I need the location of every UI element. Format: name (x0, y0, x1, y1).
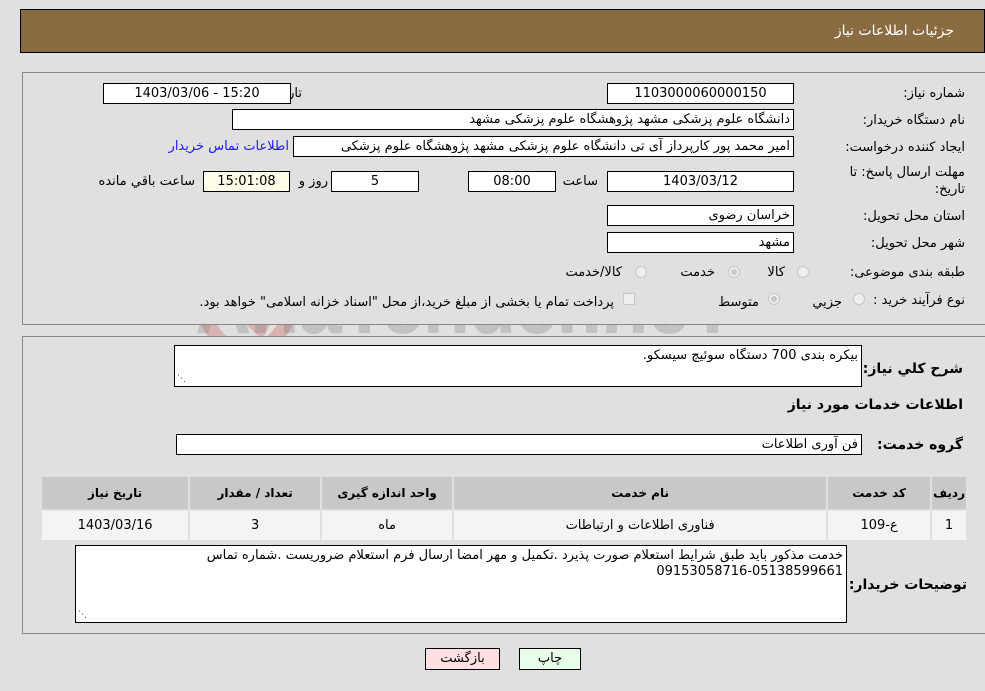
category-radio-goods[interactable] (797, 266, 809, 278)
process-option-minor: جزيي (812, 295, 842, 310)
province-label: استان محل تحویل: (863, 209, 965, 224)
category-option-goods: کالا (767, 265, 785, 280)
category-label: طبقه بندی موضوعی: (849, 265, 965, 280)
deadline-date-field: 1403/03/12 (607, 171, 794, 192)
process-option-medium: متوسط (718, 295, 759, 310)
buyer-notes-textarea[interactable]: خدمت مذکور باید طبق شرایط استعلام صورت پ… (75, 545, 847, 623)
col-need-date: تاریخ نیاز (39, 475, 191, 511)
days-remaining-field: 5 (331, 171, 419, 192)
treasury-note: پرداخت تمام یا بخشی از مبلغ خرید،از محل … (199, 295, 614, 310)
col-unit: واحد اندازه گیری (320, 475, 455, 511)
cell-need-date: 1403/03/16 (39, 509, 191, 542)
deadline-label: مهلت ارسال پاسخ: تا (849, 165, 965, 180)
category-option-service: خدمت (680, 265, 715, 280)
resize-grip-icon[interactable]: ⋰ (78, 611, 87, 620)
need-details-panel: شماره نیاز: 1103000060000150 تاریخ و ساع… (22, 72, 985, 325)
remaining-time-field: 15:01:08 (203, 171, 290, 192)
creator-field: امیر محمد پور کارپرداز آی تی دانشگاه علو… (293, 136, 794, 157)
need-number-label: شماره نیاز: (903, 86, 965, 101)
cell-unit: ماه (320, 509, 455, 542)
buyer-notes-line-1: خدمت مذکور باید طبق شرایط استعلام صورت پ… (206, 548, 843, 563)
services-table: ردیف کد خدمت نام خدمت واحد اندازه گیری ت… (39, 475, 968, 542)
buyer-org-label: نام دستگاه خریدار: (862, 113, 965, 128)
cell-service-name: فناوری اطلاعات و ارتباطات (452, 509, 829, 542)
cell-quantity: 3 (188, 509, 323, 542)
col-quantity: تعداد / مقدار (188, 475, 323, 511)
city-field: مشهد (607, 232, 794, 253)
process-radio-medium[interactable] (768, 293, 780, 305)
buyer-notes-label: توضیحات خریدار: (848, 577, 967, 593)
page-header: جزئیات اطلاعات نیاز (20, 9, 985, 53)
cell-row-number: 1 (930, 509, 968, 542)
need-number-field: 1103000060000150 (607, 83, 794, 104)
service-group-label: گروه خدمت: (877, 437, 963, 453)
buyer-contact-link[interactable]: اطلاعات تماس خریدار (169, 139, 289, 154)
page-title: جزئیات اطلاعات نیاز (834, 23, 954, 39)
deadline-time-field: 08:00 (468, 171, 556, 192)
col-row-number: ردیف (930, 475, 968, 511)
buyer-org-field: دانشگاه علوم پزشکی مشهد پژوهشگاه علوم پز… (232, 109, 794, 130)
province-field: خراسان رضوی (607, 205, 794, 226)
print-button[interactable]: چاپ (519, 648, 581, 670)
days-label: روز و (298, 174, 328, 189)
col-service-name: نام خدمت (452, 475, 829, 511)
deadline-label-2: تاریخ: (934, 182, 965, 197)
services-section-title: اطلاعات خدمات مورد نیاز (787, 397, 963, 413)
category-radio-goods-service[interactable] (635, 266, 647, 278)
treasury-checkbox[interactable] (623, 293, 635, 305)
deadline-time-label: ساعت (562, 174, 598, 189)
process-label: نوع فرآیند خرید : (873, 293, 965, 308)
description-text: بیکره بندی 700 دستگاه سوئیچ سیسکو. (642, 348, 858, 363)
resize-grip-icon[interactable]: ⋰ (177, 375, 186, 384)
creator-label: ایجاد کننده درخواست: (845, 140, 965, 155)
service-group-field: فن آوری اطلاعات (176, 434, 862, 455)
process-radio-minor[interactable] (853, 293, 865, 305)
col-service-code: کد خدمت (826, 475, 933, 511)
table-header-row: ردیف کد خدمت نام خدمت واحد اندازه گیری ت… (39, 475, 968, 511)
need-summary-panel: شرح کلي نياز: بیکره بندی 700 دستگاه سوئی… (22, 336, 985, 634)
back-button[interactable]: بازگشت (425, 648, 500, 670)
description-label: شرح کلي نياز: (862, 361, 963, 377)
description-textarea[interactable]: بیکره بندی 700 دستگاه سوئیچ سیسکو. ⋰ (174, 345, 862, 387)
table-row: 1 ع-109 فناوری اطلاعات و ارتباطات ماه 3 … (39, 509, 968, 542)
buyer-notes-line-2: 09153058716-05138599661 (656, 564, 843, 579)
remaining-time-label: ساعت باقي مانده (98, 174, 195, 189)
city-label: شهر محل تحویل: (870, 236, 965, 251)
category-radio-service[interactable] (728, 266, 740, 278)
announce-datetime-field: 1403/03/06 - 15:20 (103, 83, 291, 104)
cell-service-code: ع-109 (826, 509, 933, 542)
category-option-goods-service: کالا/خدمت (565, 265, 622, 280)
